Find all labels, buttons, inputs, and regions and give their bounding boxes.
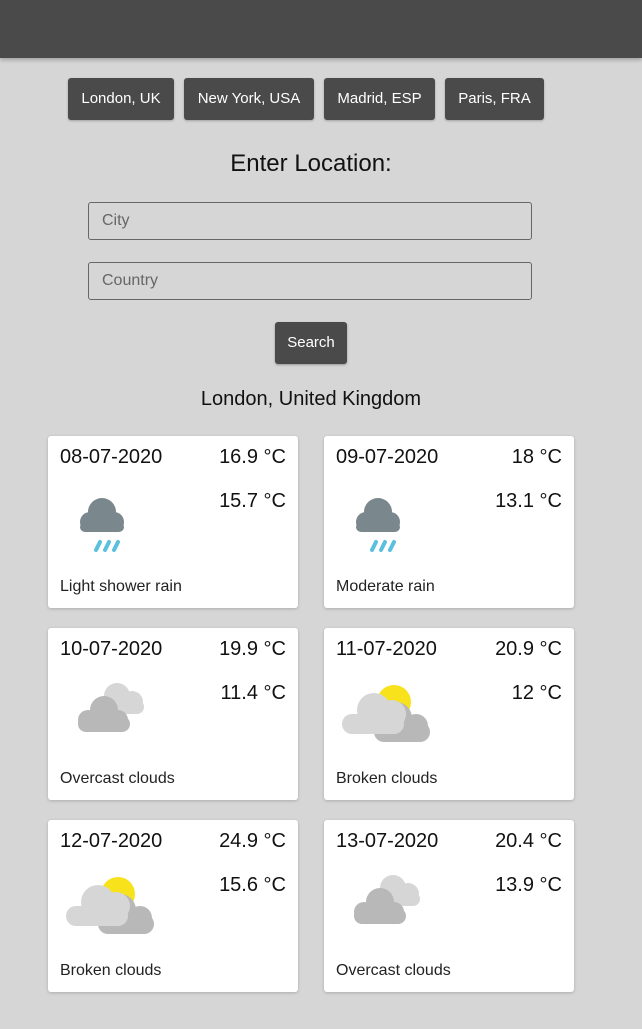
forecast-date: 09-07-2020 <box>336 446 439 468</box>
forecast-card: 09-07-2020 18 °C 13.1 °C Moderate rain <box>324 436 574 608</box>
overcast-clouds-icon <box>354 875 420 924</box>
weather-description: Overcast clouds <box>60 770 175 787</box>
rain-icon <box>356 498 400 552</box>
location-title: London, United Kingdom <box>200 388 422 410</box>
forecast-date: 11-07-2020 <box>336 638 437 660</box>
forecast-card: 12-07-2020 24.9 °C 15.6 °C Broken clouds <box>48 820 298 992</box>
country-input[interactable] <box>88 262 532 300</box>
city-input[interactable] <box>88 202 532 240</box>
broken-clouds-icon <box>342 685 430 742</box>
broken-clouds-icon <box>66 877 154 934</box>
weather-description: Overcast clouds <box>336 962 451 979</box>
preset-button-new-york[interactable]: New York, USA <box>184 78 314 120</box>
preset-button-madrid[interactable]: Madrid, ESP <box>324 78 435 120</box>
forecast-date: 13-07-2020 <box>336 830 439 852</box>
weather-description: Moderate rain <box>336 578 435 595</box>
preset-button-london[interactable]: London, UK <box>68 78 174 120</box>
preset-locations: London, UK New York, USA Madrid, ESP Par… <box>0 78 642 120</box>
weather-description: Light shower rain <box>60 578 182 595</box>
min-temperature: 12 °C <box>511 682 562 704</box>
forecast-date: 08-07-2020 <box>60 446 163 468</box>
weather-description: Broken clouds <box>60 962 162 979</box>
weather-description: Broken clouds <box>336 770 438 787</box>
forecast-card: 11-07-2020 20.9 °C 12 °C Broken clouds <box>324 628 574 800</box>
min-temperature: 13.1 °C <box>495 490 562 512</box>
max-temperature: 24.9 °C <box>219 830 286 852</box>
min-temperature: 15.6 °C <box>219 874 286 896</box>
forecast-card: 10-07-2020 19.9 °C 11.4 °C Overcast clou… <box>48 628 298 800</box>
top-bar <box>0 0 642 58</box>
max-temperature: 19.9 °C <box>219 638 286 660</box>
forecast-card: 13-07-2020 20.4 °C 13.9 °C Overcast clou… <box>324 820 574 992</box>
rain-icon <box>80 498 124 552</box>
min-temperature: 13.9 °C <box>495 874 562 896</box>
max-temperature: 20.4 °C <box>495 830 562 852</box>
max-temperature: 16.9 °C <box>219 446 286 468</box>
forecast-date: 12-07-2020 <box>60 830 163 852</box>
overcast-clouds-icon <box>78 683 144 732</box>
min-temperature: 11.4 °C <box>220 682 286 704</box>
max-temperature: 20.9 °C <box>495 638 562 660</box>
search-button[interactable]: Search <box>275 322 347 364</box>
preset-button-paris[interactable]: Paris, FRA <box>445 78 544 120</box>
max-temperature: 18 °C <box>511 446 562 468</box>
min-temperature: 15.7 °C <box>219 490 286 512</box>
enter-location-heading: Enter Location: <box>230 150 392 177</box>
forecast-card: 08-07-2020 16.9 °C 15.7 °C Light shower … <box>48 436 298 608</box>
forecast-date: 10-07-2020 <box>60 638 163 660</box>
